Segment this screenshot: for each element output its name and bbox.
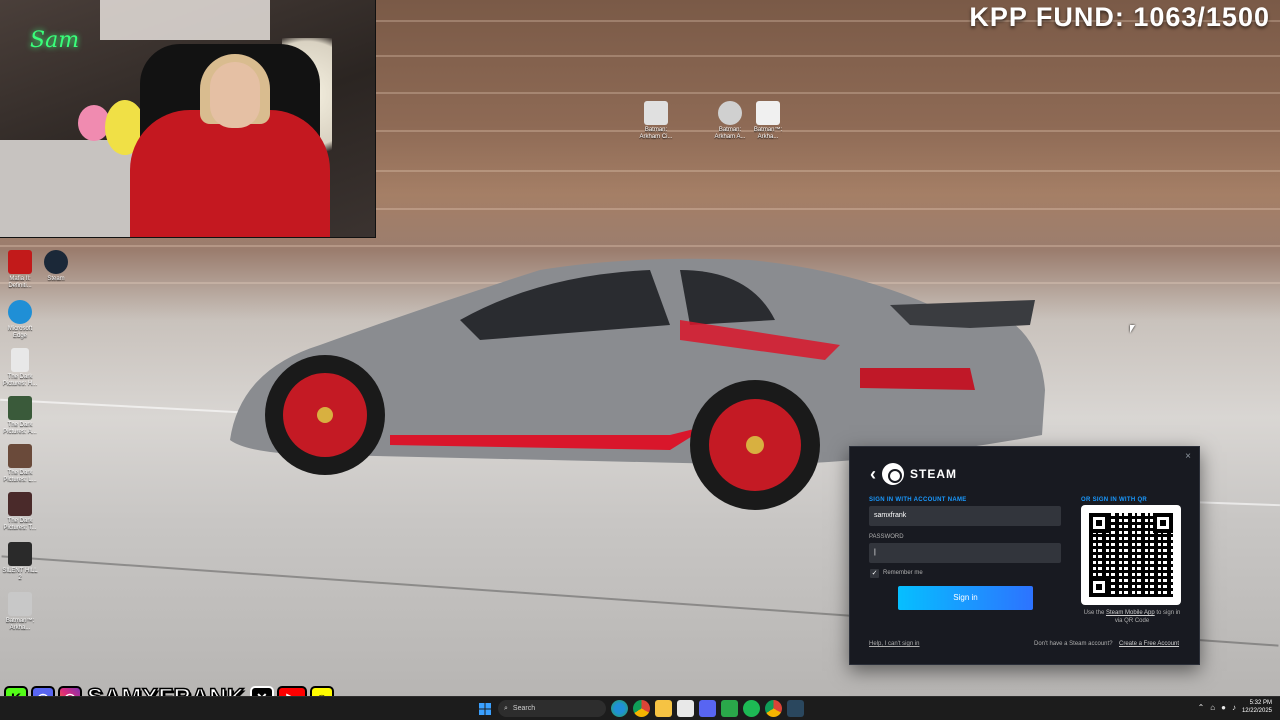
file-icon — [11, 348, 29, 372]
neon-sign: Sam — [30, 28, 80, 53]
streamer-hoodie — [130, 110, 330, 237]
desktop-icon-dark-pictures-t[interactable]: The Dark Pictures: T... — [0, 492, 40, 532]
mafia-icon — [8, 250, 32, 274]
webcam-feed: Sam — [0, 0, 376, 238]
chevron-up-icon[interactable]: ⌃ — [1198, 703, 1205, 712]
desktop-icon-batman-knight[interactable]: Batman™: Arkha... — [748, 101, 788, 141]
wall-plank — [360, 208, 1280, 210]
desktop-icon-file[interactable]: The Dark Pictures: H... — [0, 348, 40, 388]
desktop-icon-dark-pictures-a[interactable]: The Dark Pictures: A... — [0, 396, 40, 436]
network-icon[interactable]: ⌂ — [1210, 703, 1215, 712]
discord-icon[interactable] — [699, 700, 716, 717]
game-icon — [8, 492, 32, 516]
system-tray: ⌃ ⌂ ● ♪ 5:32 PM 12/22/2025 — [1198, 699, 1272, 715]
account-name-input[interactable]: samxfrank — [869, 506, 1061, 526]
taskbar: ⌕ Search ⌃ ⌂ ● ♪ 5:32 PM 12/22/2025 — [0, 696, 1280, 720]
remember-me-label: Remember me — [883, 570, 923, 576]
remember-me-checkbox[interactable]: ✓ — [870, 569, 879, 578]
edge-icon[interactable] — [611, 700, 628, 717]
desktop-icon-label: Microsoft Edge — [7, 326, 33, 339]
desktop-icon-label: The Dark Pictures: H... — [2, 374, 38, 387]
desktop-icon-batman-city[interactable]: Batman: Arkham Ci... — [636, 101, 676, 141]
chrome-icon[interactable] — [633, 700, 650, 717]
windows-icon — [478, 702, 491, 715]
qr-pattern — [1089, 513, 1173, 597]
taskbar-center: ⌕ Search — [476, 700, 804, 717]
streamer-face — [210, 62, 260, 128]
steam-icon[interactable] — [787, 700, 804, 717]
desktop-icon-silent-hill[interactable]: SILENT HILL 2 — [0, 542, 40, 582]
qr-label: OR SIGN IN WITH QR — [1081, 497, 1148, 503]
desktop-icon-label: Mafia II: Definiti... — [8, 276, 32, 289]
batman-icon — [644, 101, 668, 125]
batman-icon — [718, 101, 742, 125]
steam-mobile-app-link[interactable]: Steam Mobile App — [1106, 610, 1155, 616]
create-account-link[interactable]: Create a Free Account — [1119, 641, 1179, 647]
desktop-icon-label: Batman: Arkham A... — [714, 127, 746, 140]
password-label: PASSWORD — [869, 534, 904, 540]
game-icon — [8, 444, 32, 468]
chrome-icon[interactable] — [765, 700, 782, 717]
sign-in-button[interactable]: Sign in — [898, 586, 1033, 610]
steam-header: ‹ STEAM — [870, 463, 957, 485]
clock-time: 5:32 PM — [1249, 700, 1272, 706]
steam-icon — [44, 250, 68, 274]
store-icon[interactable] — [677, 700, 694, 717]
desktop-icon-label: SILENT HILL 2 — [2, 568, 38, 581]
search-icon: ⌕ — [504, 704, 508, 712]
qr-code — [1081, 505, 1181, 605]
desktop-icon-dark-pictures-l[interactable]: The Dark Pictures: L... — [0, 444, 40, 484]
wall-plank — [360, 170, 1280, 172]
qr-finder — [1153, 513, 1173, 533]
qr-finder — [1089, 577, 1109, 597]
shelf — [100, 0, 270, 40]
back-arrow-icon[interactable]: ‹ — [870, 465, 876, 483]
qr-note: Use the Steam Mobile App to sign in via … — [1079, 609, 1185, 625]
game-icon — [8, 542, 32, 566]
desktop-icon-label: The Dark Pictures: T... — [3, 518, 37, 531]
volume-icon[interactable]: ♪ — [1232, 703, 1236, 712]
xbox-icon[interactable] — [721, 700, 738, 717]
no-account-text: Don't have a Steam account? — [1034, 641, 1113, 647]
batman-icon — [8, 592, 32, 616]
qr-note-prefix: Use the — [1083, 610, 1105, 616]
kpp-fund-counter: KPP FUND: 1063/1500 — [969, 2, 1270, 32]
desktop-icon-edge[interactable]: Microsoft Edge — [0, 300, 40, 340]
taskbar-search[interactable]: ⌕ Search — [498, 700, 606, 717]
steam-title: STEAM — [910, 467, 957, 481]
account-name-label: SIGN IN WITH ACCOUNT NAME — [869, 497, 967, 503]
desktop-icon-label: The Dark Pictures: L... — [3, 470, 37, 483]
wall-plank — [360, 55, 1280, 57]
desktop-icon-label: Batman: Arkham Ci... — [639, 127, 673, 140]
game-icon — [8, 396, 32, 420]
desktop-icon-label: Batman™: Arkha... — [5, 618, 35, 631]
password-input[interactable]: | — [869, 543, 1061, 563]
steam-login-window: × ‹ STEAM SIGN IN WITH ACCOUNT NAME samx… — [849, 446, 1200, 665]
wall-plank — [360, 130, 1280, 132]
desktop-icon-steam[interactable]: Steam — [36, 250, 76, 283]
clock[interactable]: 5:32 PM 12/22/2025 — [1242, 699, 1272, 715]
file-explorer-icon[interactable] — [655, 700, 672, 717]
batman-icon — [756, 101, 780, 125]
edge-icon — [8, 300, 32, 324]
desktop-icon-label: Batman™: Arkha... — [753, 127, 783, 140]
wall-plank — [360, 92, 1280, 94]
desktop-icon-mafia[interactable]: Mafia II: Definiti... — [0, 250, 40, 290]
help-link[interactable]: Help, I can't sign in — [869, 641, 920, 647]
spotify-icon[interactable] — [743, 700, 760, 717]
start-button[interactable] — [476, 700, 493, 717]
desktop-icon-label: The Dark Pictures: A... — [3, 422, 37, 435]
qr-finder — [1089, 513, 1109, 533]
wall-plank — [0, 245, 1280, 247]
steam-logo-icon — [882, 463, 904, 485]
mic-icon[interactable]: ● — [1221, 703, 1226, 712]
desktop-icon-batman[interactable]: Batman™: Arkha... — [0, 592, 40, 632]
search-placeholder: Search — [512, 705, 536, 712]
close-button[interactable]: × — [1185, 451, 1191, 462]
desktop-icon-label: Steam — [47, 276, 65, 282]
clock-date: 12/22/2025 — [1241, 708, 1272, 714]
mouse-cursor — [1130, 325, 1135, 333]
desktop-icon-batman-asylum[interactable]: Batman: Arkham A... — [710, 101, 750, 141]
